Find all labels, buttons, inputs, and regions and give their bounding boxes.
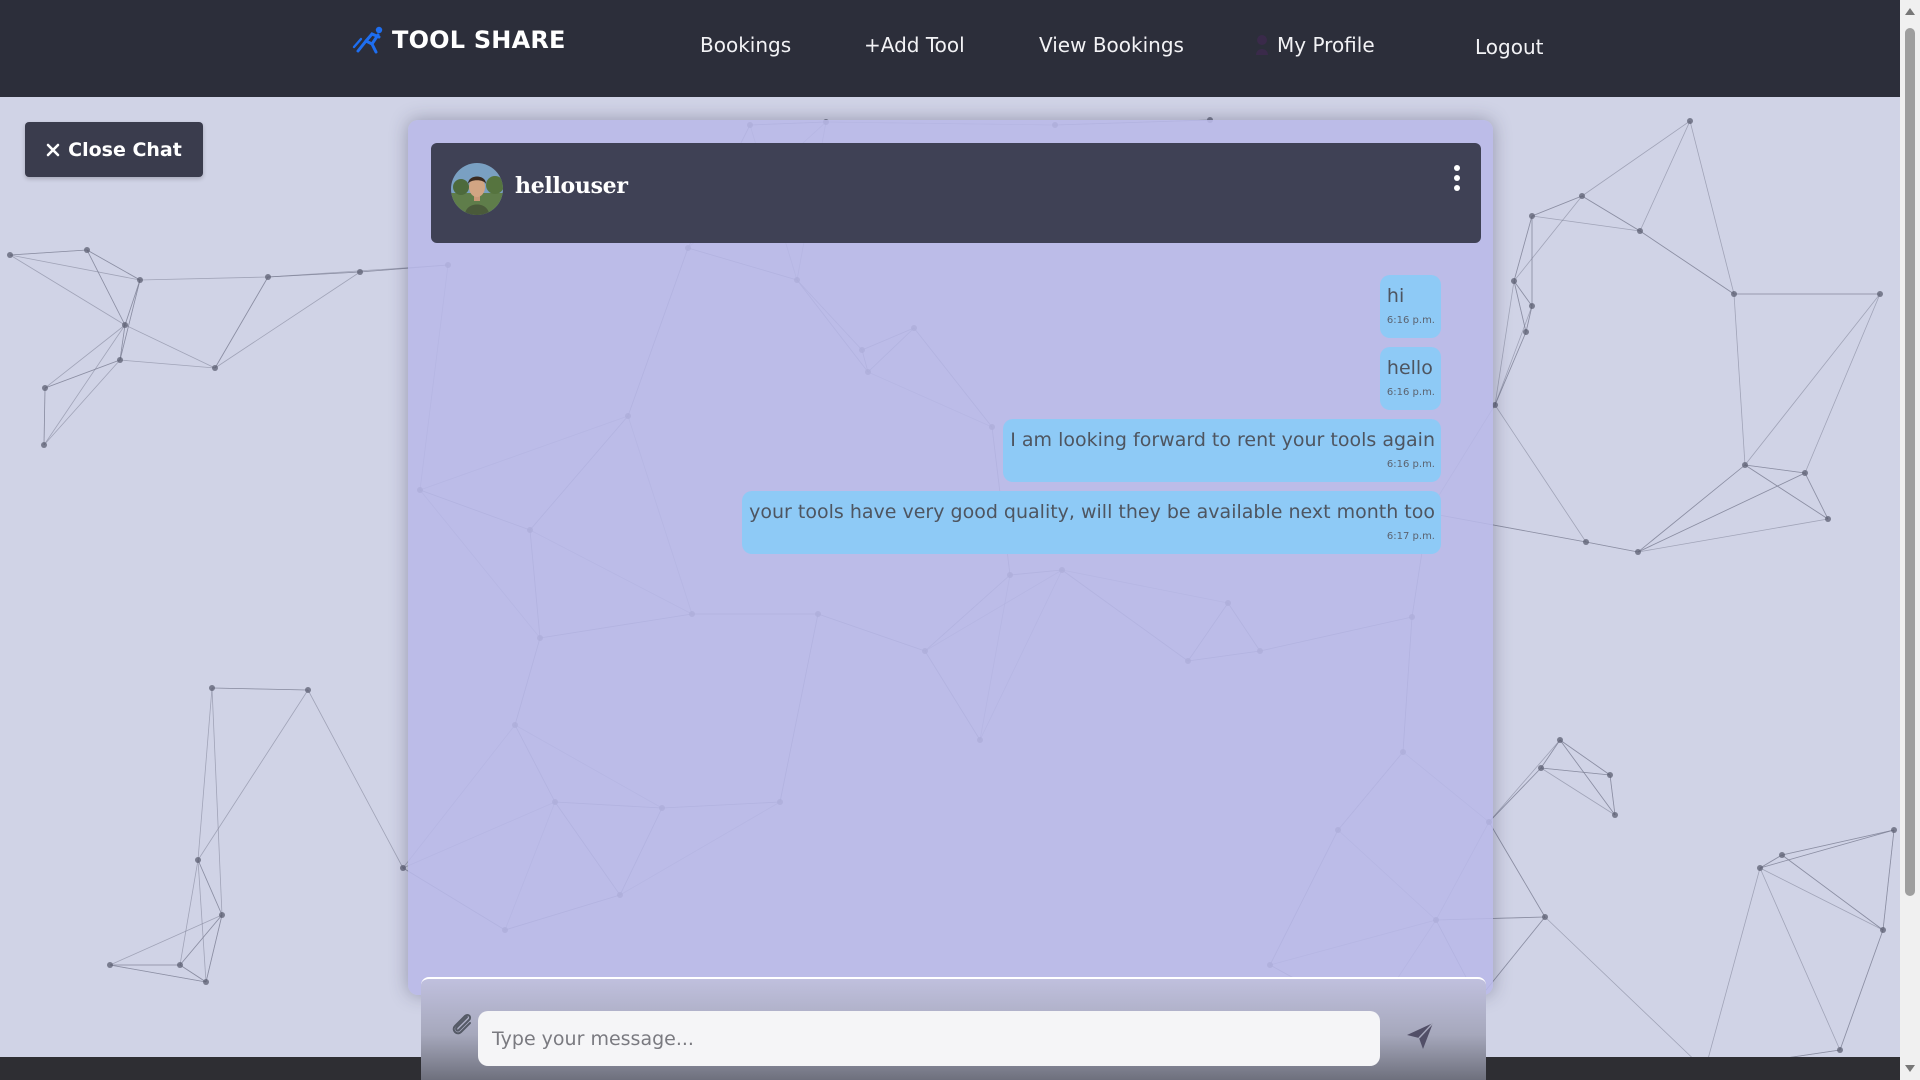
message-timestamp: 6:16 p.m. xyxy=(1386,387,1435,398)
send-icon[interactable] xyxy=(1403,1019,1437,1053)
chat-panel: hellouser hi 6:16 p.m. hello 6:16 p.m. I… xyxy=(408,120,1493,995)
user-icon xyxy=(1256,35,1268,55)
nav-logout-label: Logout xyxy=(1475,35,1544,59)
message-bubble: your tools have very good quality, will … xyxy=(742,491,1441,554)
avatar[interactable] xyxy=(451,163,503,215)
chat-username: hellouser xyxy=(515,173,628,199)
nav-view-bookings[interactable]: View Bookings xyxy=(1039,33,1184,57)
message-timestamp: 6:16 p.m. xyxy=(1386,459,1435,470)
close-chat-label: Close Chat xyxy=(68,138,182,161)
paperclip-icon[interactable] xyxy=(447,1009,477,1039)
nav-add-tool-label: +Add Tool xyxy=(864,33,965,57)
page-scrollbar[interactable] xyxy=(1900,0,1920,1080)
message-text: hello xyxy=(1386,357,1433,379)
nav-my-profile[interactable]: My Profile xyxy=(1255,33,1375,57)
close-chat-button[interactable]: Close Chat xyxy=(25,122,203,177)
top-navbar: TOOL SHARE Bookings +Add Tool View Booki… xyxy=(0,0,1900,97)
brand-logo[interactable]: TOOL SHARE xyxy=(352,22,566,58)
message-bubble: hi 6:16 p.m. xyxy=(1379,275,1441,338)
message-list: hi 6:16 p.m. hello 6:16 p.m. I am lookin… xyxy=(742,275,1441,554)
message-bubble: I am looking forward to rent your tools … xyxy=(1003,419,1441,482)
more-vertical-icon[interactable] xyxy=(1451,165,1463,191)
message-composer xyxy=(421,977,1486,1080)
message-timestamp: 6:17 p.m. xyxy=(1386,531,1435,542)
message-text: hi xyxy=(1386,285,1405,307)
message-bubble: hello 6:16 p.m. xyxy=(1379,347,1441,410)
brand-name: TOOL SHARE xyxy=(392,26,566,54)
scrollbar-thumb[interactable] xyxy=(1905,28,1915,896)
message-input[interactable] xyxy=(478,1011,1380,1066)
scroll-down-arrow-icon[interactable] xyxy=(1905,1065,1915,1072)
nav-bookings-label: Bookings xyxy=(700,33,792,57)
close-icon xyxy=(46,143,60,156)
message-text: your tools have very good quality, will … xyxy=(749,501,1435,523)
runner-logo-icon xyxy=(352,26,383,54)
nav-view-bookings-label: View Bookings xyxy=(1039,33,1184,57)
user-avatar-image xyxy=(451,163,503,215)
nav-add-tool[interactable]: +Add Tool xyxy=(864,33,965,57)
nav-my-profile-label: My Profile xyxy=(1277,33,1375,57)
message-timestamp: 6:16 p.m. xyxy=(1386,315,1435,326)
scroll-up-arrow-icon[interactable] xyxy=(1905,8,1915,15)
message-text: I am looking forward to rent your tools … xyxy=(1010,429,1435,451)
chat-header: hellouser xyxy=(431,143,1481,243)
nav-bookings[interactable]: Bookings xyxy=(700,33,791,57)
nav-logout[interactable]: Logout xyxy=(1475,35,1543,59)
